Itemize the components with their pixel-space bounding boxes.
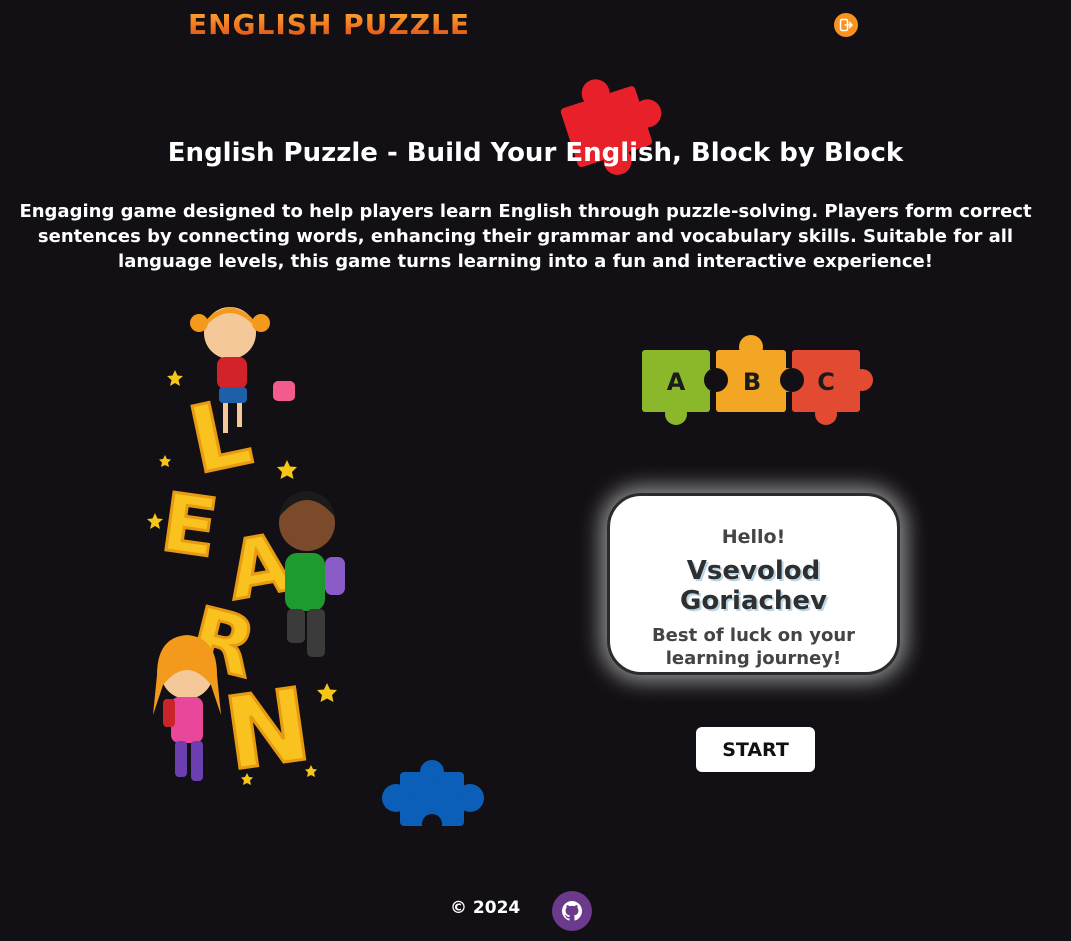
puzzle-letter-c: C [817,368,835,396]
logout-button[interactable] [834,13,858,37]
greeting-hello: Hello! [721,526,786,548]
boy-figure [279,491,345,657]
start-button[interactable]: START [696,727,815,772]
svg-text:E: E [156,476,223,576]
red-puzzle-piece-icon [560,79,662,175]
github-link[interactable] [552,891,592,931]
svg-text:N: N [218,666,317,794]
game-description: Engaging game designed to help players l… [19,201,1032,272]
learn-kids-illustration: L E A R N [147,307,345,795]
puzzle-letter-b: B [743,368,761,396]
puzzle-letter-a: A [667,368,686,396]
page-title: English Puzzle - Build Your English, Blo… [167,138,904,168]
blue-puzzle-piece-icon [382,760,484,832]
girl-bottom-figure [153,635,221,781]
logout-icon [839,18,853,32]
greeting-card: Hello! Vsevolod Goriachev Best of luck o… [607,493,900,675]
user-name: Vsevolod Goriachev [680,556,827,616]
github-icon [561,901,583,921]
app-logo[interactable]: ENGLISH PUZZLE [188,8,470,41]
footer-copyright: © 2024 [450,898,521,918]
abc-puzzle-icon: A B C [642,335,873,425]
greeting-wish: Best of luck on your learning journey! [651,625,856,669]
